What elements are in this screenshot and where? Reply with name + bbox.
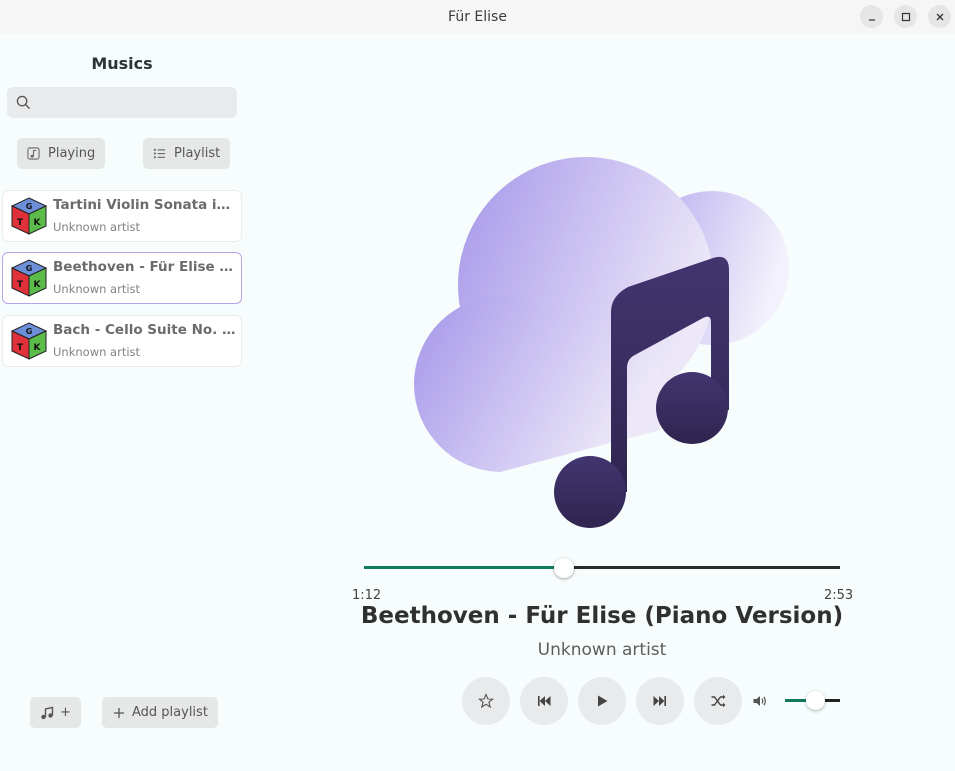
svg-text:T: T <box>17 343 24 353</box>
music-note-icon <box>27 147 40 160</box>
add-playlist-button[interactable]: Add playlist <box>102 697 218 728</box>
volume-icon[interactable] <box>752 693 768 709</box>
play-icon <box>598 695 608 707</box>
track-artist: Unknown artist <box>53 282 141 296</box>
track-artist: Unknown artist <box>53 345 141 359</box>
add-music-label: + <box>60 705 71 720</box>
shuffle-icon <box>711 694 726 708</box>
minimize-icon <box>868 18 875 21</box>
next-icon <box>653 696 666 706</box>
close-icon <box>936 13 943 20</box>
svg-text:K: K <box>34 218 42 228</box>
maximize-icon <box>901 12 910 21</box>
svg-text:T: T <box>17 218 24 228</box>
svg-text:G: G <box>26 327 33 336</box>
track-title: Bach - Cello Suite No. 1 in G major <box>53 322 236 338</box>
playing-button-label: Playing <box>48 146 96 161</box>
song-artist: Unknown artist <box>537 640 667 660</box>
track-item-active[interactable]: G T K Beethoven - Für Elise (Piano Versi… <box>2 252 242 304</box>
playing-button[interactable]: Playing <box>17 138 106 169</box>
duration-time: 2:53 <box>824 588 854 603</box>
volume-handle[interactable] <box>806 691 826 710</box>
track-title: Beethoven - Für Elise (Piano Version) <box>53 259 236 275</box>
plus-icon <box>114 707 124 718</box>
favorite-button[interactable] <box>462 677 510 725</box>
album-art-music-note <box>413 157 789 528</box>
elapsed-time: 1:12 <box>352 588 382 603</box>
svg-text:G: G <box>26 202 33 211</box>
track-item[interactable]: G T K Tartini Violin Sonata in G minor U… <box>2 190 242 242</box>
playlist-button-label: Playlist <box>174 146 221 161</box>
search-icon <box>16 95 31 110</box>
track-item[interactable]: G T K Bach - Cello Suite No. 1 in G majo… <box>2 315 242 367</box>
playlist-button[interactable]: Playlist <box>143 138 231 169</box>
svg-text:K: K <box>34 280 42 290</box>
shuffle-button[interactable] <box>694 677 742 725</box>
svg-text:T: T <box>17 280 24 290</box>
add-music-button[interactable]: + <box>30 697 81 728</box>
gtk-cube-icon: G T K <box>10 197 48 235</box>
add-playlist-label: Add playlist <box>132 705 208 720</box>
search-input[interactable] <box>7 87 237 118</box>
maximize-button[interactable] <box>894 5 917 28</box>
svg-text:K: K <box>34 343 42 353</box>
star-icon <box>478 693 494 709</box>
song-title: Beethoven - Für Elise (Piano Version) <box>360 603 844 629</box>
gtk-cube-icon: G T K <box>10 322 48 360</box>
gtk-cube-icon: G T K <box>10 259 48 297</box>
previous-icon <box>538 696 551 706</box>
window-title: Für Elise <box>448 8 507 25</box>
music-note-icon <box>41 706 54 719</box>
minimize-button[interactable] <box>860 5 883 28</box>
title-bar: Für Elise <box>0 0 955 33</box>
sidebar-title: Musics <box>91 54 153 73</box>
close-button[interactable] <box>928 5 951 28</box>
track-title: Tartini Violin Sonata in G minor <box>53 197 236 213</box>
progress-fill <box>364 566 564 569</box>
progress-handle[interactable] <box>553 558 574 578</box>
play-button[interactable] <box>578 677 626 725</box>
previous-button[interactable] <box>520 677 568 725</box>
svg-text:G: G <box>26 264 33 273</box>
list-icon <box>153 148 166 159</box>
track-artist: Unknown artist <box>53 220 141 234</box>
next-button[interactable] <box>636 677 684 725</box>
sidebar: Musics Playing Playlist G T K Tartini Vi… <box>0 33 244 771</box>
